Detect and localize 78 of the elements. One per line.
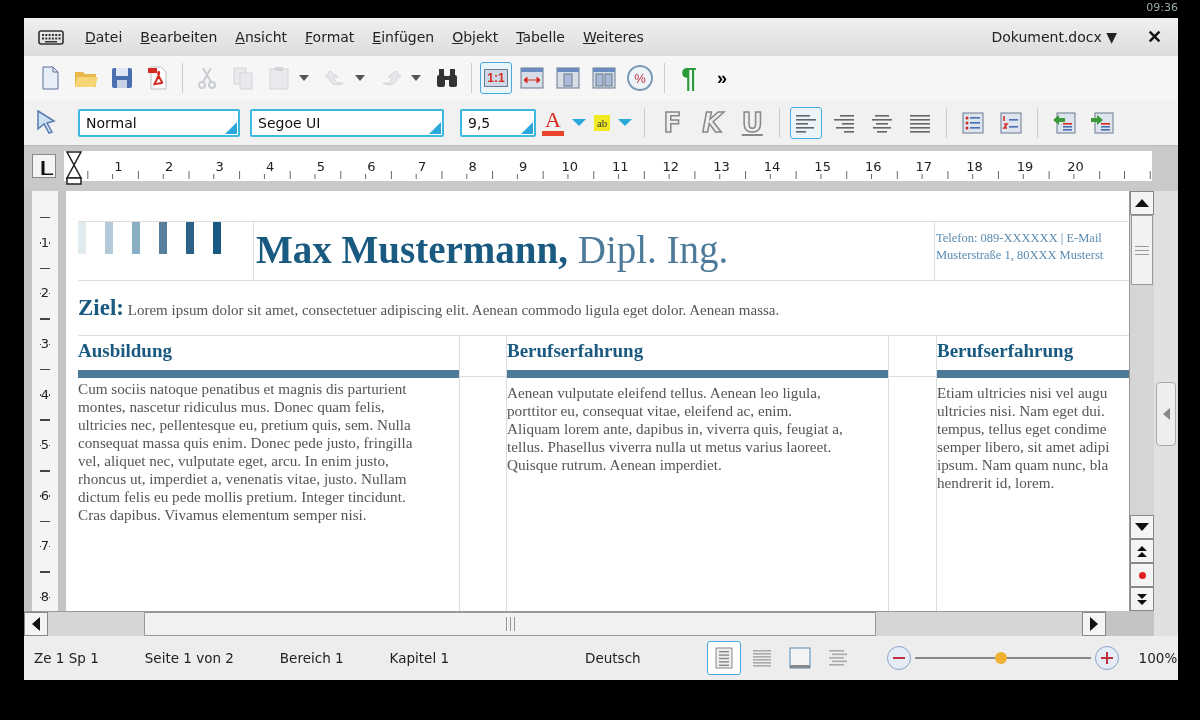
dropdown-caret-icon [411, 75, 421, 81]
section-heading: Berufserfahrung [507, 339, 645, 363]
menu-item[interactable]: Format [296, 29, 364, 45]
section-text: Cum sociis natoque penatibus et magnis dis parturient montes, nascetur ridiculus mus. Donec quam felis, ultricies nec, pellentesque eu, pretium quis, sem. Nulla consequat massa quis enim. Donec pede justo, fringilla vel, aliquet nec, vulputate eget, arcu. In enim justo, rhoncus ut, imperdiet a, venenatis vitae, justo. Nullam dictum felis eu pede mollis pretium. Integer tincidunt. Cras dapibus. Vivamus elementum semper nisi. [78, 380, 414, 524]
book-view-icon [786, 645, 813, 671]
status-field: Ze 1 Sp 1 [34, 650, 99, 666]
status-field: Bereich 1 [279, 650, 344, 666]
ruler-number: 3 [40, 336, 50, 351]
status-field: Seite 1 von 2 [144, 650, 234, 666]
highlight-button[interactable]: ab [593, 114, 611, 131]
menu-item[interactable]: Bearbeiten [131, 29, 227, 45]
plus-icon [1100, 652, 1113, 664]
double-down-icon [1137, 593, 1147, 605]
zoom-button[interactable]: 1:1 [480, 62, 512, 94]
sidebar-handle[interactable] [1156, 381, 1176, 446]
scroll-thumb[interactable] [144, 612, 876, 636]
clock: 09:36 [1146, 0, 1178, 16]
scroll-thumb[interactable] [1131, 215, 1153, 285]
navigator-button[interactable] [1130, 563, 1154, 587]
font-name-field[interactable]: Segoe UI [250, 108, 444, 137]
view-button[interactable] [706, 641, 741, 675]
section-text: Etiam ultricies nisi vel augu ultricies nisi. Nam eget dui. tempus, tellus eget condime semper libero, sit amet adipi ipsum. Nam quam nunc, bla hendrerit id, lorem. [937, 384, 1111, 492]
more-button[interactable]: » [709, 67, 735, 89]
numbered-list-icon [998, 109, 1025, 136]
up-arrow-icon [1135, 199, 1149, 207]
paragraph-style-field[interactable]: Normal [78, 108, 240, 137]
increase-indent-icon [1089, 109, 1116, 136]
dropdown-caret-icon [355, 75, 365, 81]
menu-item[interactable]: Tabelle [507, 29, 574, 45]
scroll-up-button[interactable] [1130, 191, 1154, 215]
caret-icon [571, 119, 586, 126]
previous-page-button[interactable] [1130, 539, 1154, 563]
caret-icon [618, 119, 633, 126]
menu-item[interactable]: Einfügen [363, 29, 444, 45]
align-button[interactable] [790, 106, 823, 139]
menu-item[interactable]: Weiteres [573, 29, 653, 45]
objective-text: Ziel: Lorem ipsum dolor sit amet, consectetuer adipiscing elit. Aenean commodo ligula eget dolor. Aenean massa. [78, 295, 781, 322]
double-up-icon [1137, 545, 1147, 557]
next-page-button[interactable] [1130, 587, 1154, 611]
minus-icon [892, 657, 905, 659]
close-button[interactable]: ✕ [1141, 25, 1168, 49]
section-heading: Berufserfahrung [937, 339, 1075, 363]
page-width-icon [519, 65, 545, 91]
down-arrow-icon [1135, 523, 1149, 531]
zoom-level: 100% [1138, 650, 1178, 666]
grip-icon [505, 617, 515, 631]
contact-line: Musterstraße 1, 80XXX Musterst [936, 247, 1105, 264]
dropdown-caret-icon [299, 75, 309, 81]
decrease-indent-icon [1051, 109, 1078, 136]
two-pages-icon [591, 65, 617, 91]
clipboard-icon [266, 65, 292, 91]
logo-bars-icon [78, 222, 221, 254]
right-arrow-icon [1090, 617, 1098, 631]
tab-stop-button[interactable] [32, 154, 56, 178]
scroll-left-button[interactable] [24, 612, 48, 636]
contact-line: Telefon: 089-XXXXXX | E-Mail [936, 230, 1103, 247]
left-arrow-icon [1162, 407, 1170, 420]
name-heading: Max Mustermann, Dipl. Ing. [254, 222, 935, 280]
bullet-list-icon [960, 109, 987, 136]
copy-icon [230, 65, 256, 91]
grip-icon [1135, 245, 1149, 255]
menu-item[interactable]: Objekt [443, 29, 508, 45]
menu-item[interactable]: Datei [76, 29, 132, 45]
dot-icon [1138, 571, 1146, 579]
zoom-in-button[interactable] [1094, 646, 1119, 670]
single-page-icon [555, 65, 581, 91]
font-color-button[interactable]: A [542, 109, 564, 136]
status-field: Kapitel 1 [389, 650, 450, 666]
document-switcher[interactable]: Dokument.docx ▼ [985, 28, 1123, 46]
left-arrow-icon [32, 617, 40, 631]
zoom-out-button[interactable] [886, 646, 911, 670]
font-size-field[interactable]: 9,5 [460, 108, 536, 137]
language-field: Deutsch [585, 650, 641, 666]
section-text: Aenean vulputate eleifend tellus. Aenean leo ligula, porttitor eu, consequat vitae, eleifend ac, enim. Aliquam lorem ante, dapibus in, viverra quis, feugiat a, tellus. Phasellus viverra nulla ut metus varius laoreet. Quisque rutrum. Aenean imperdiet. [507, 384, 844, 474]
menu-item[interactable]: Ansicht [226, 29, 296, 45]
scroll-down-button[interactable] [1130, 515, 1154, 539]
section-heading: Ausbildung [78, 339, 173, 363]
scroll-right-button[interactable] [1082, 612, 1106, 636]
